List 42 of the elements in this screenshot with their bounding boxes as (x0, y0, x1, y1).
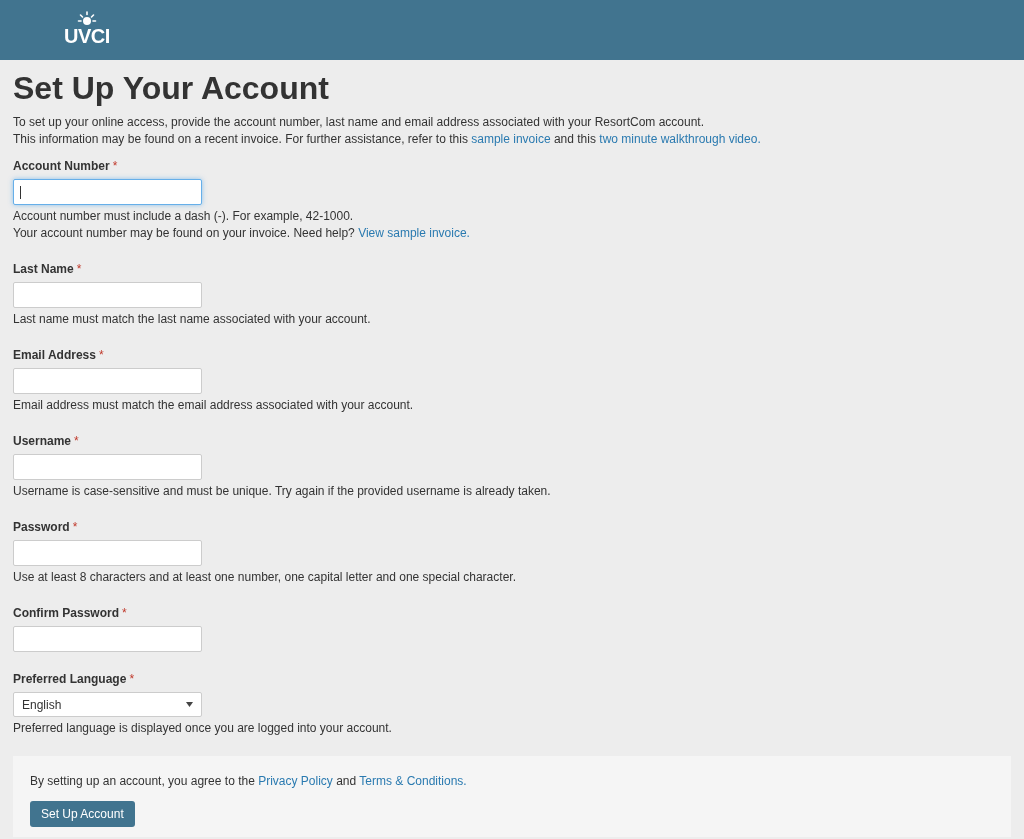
input-field[interactable] (13, 626, 202, 652)
field-label: Email Address (13, 347, 96, 364)
text-cursor (20, 186, 21, 199)
text-link[interactable]: Privacy Policy (258, 774, 333, 788)
field-label: Username (13, 433, 72, 450)
help-text: Account number must include a dash (-). For example, 42-1000. (13, 208, 355, 225)
field-label: Account Number (13, 158, 110, 175)
text-link[interactable]: sample invoice (471, 132, 551, 146)
agreement-text: By setting up an account, you agree to the Privacy Policy and Terms & Conditions. (30, 773, 468, 790)
required-mark: * (98, 347, 104, 364)
set-up-account-button[interactable]: Set Up Account (30, 801, 135, 827)
help-text: Your account number may be found on your invoice. Need help? View sample invoice. (13, 225, 471, 242)
text-link[interactable]: View sample invoice. (358, 226, 470, 240)
dropdown-caret-icon (186, 702, 193, 707)
help-text: Preferred language is displayed once you are logged into your account. (13, 720, 393, 737)
required-mark: * (129, 671, 135, 688)
logo[interactable]: UVCI (64, 11, 110, 46)
required-mark: * (122, 605, 127, 622)
text-link[interactable]: two minute walkthrough video. (599, 132, 761, 146)
help-text: Email address must match the email address associated with your account. (13, 397, 415, 414)
required-mark: * (112, 158, 118, 175)
help-text: Last name must match the last name associated with your account. (13, 311, 372, 328)
language-select[interactable]: English (13, 692, 202, 717)
field-label: Password (13, 519, 70, 536)
input-field[interactable] (13, 282, 202, 308)
input-field[interactable] (13, 454, 202, 480)
input-field[interactable] (13, 368, 202, 394)
field-label: Confirm Password (13, 605, 120, 622)
help-text: Use at least 8 characters and at least one number, one capital letter and one special character. (13, 569, 517, 586)
input-field[interactable] (13, 179, 202, 205)
page-title: Set Up Your Account (13, 70, 330, 106)
sun-icon (76, 11, 97, 27)
required-mark: * (72, 519, 78, 536)
intro-text: This information may be found on a recent invoice. For further assistance, refer to this sample invoice and this two minute walkthrough video. (13, 131, 762, 148)
required-mark: * (74, 433, 79, 450)
field-label: Last Name (13, 261, 74, 278)
field-label: Preferred Language (13, 671, 127, 688)
intro-text: To set up your online access, provide the account number, last name and email address associated with your ResortCom account. (13, 114, 706, 131)
input-field[interactable] (13, 540, 202, 566)
text-link[interactable]: Terms & Conditions. (359, 774, 467, 788)
help-text: Username is case-sensitive and must be unique. Try again if the provided username is already taken. (13, 483, 552, 500)
required-mark: * (76, 261, 82, 278)
